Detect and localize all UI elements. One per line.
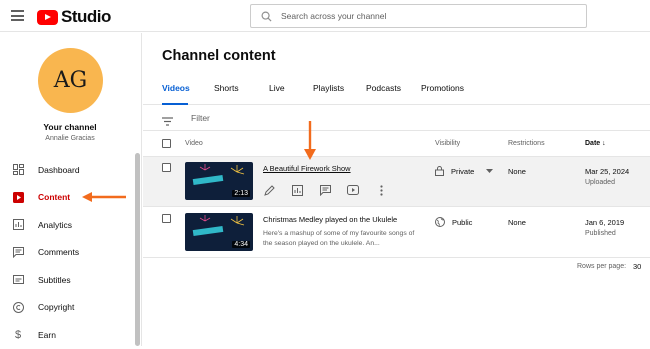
filter-bar[interactable]: Filter [143, 105, 650, 131]
visibility-value: Public [452, 217, 473, 227]
video-duration: 2:13 [232, 190, 250, 197]
video-thumbnail[interactable]: 4:34 [185, 213, 253, 251]
sidebar-item-label: Analytics [38, 219, 73, 230]
dropdown-caret-icon[interactable] [486, 169, 494, 173]
filter-icon[interactable] [162, 113, 173, 131]
sort-arrow-down-icon: ↓ [602, 140, 606, 147]
dashboard-icon [12, 164, 24, 176]
date-status: Published [585, 230, 616, 237]
date-value: Jan 6, 2019 [585, 218, 625, 227]
column-header-visibility[interactable]: Visibility [435, 140, 460, 147]
video-duration: 4:34 [232, 241, 250, 248]
sidebar-item-label: Comments [38, 247, 80, 258]
sidebar-item-copyright[interactable]: Copyright [0, 294, 140, 322]
page-title: Channel content [162, 48, 276, 64]
column-header-video: Video [185, 140, 203, 147]
content-icon [12, 191, 24, 203]
sidebar-nav: Dashboard Content Analytics Comments Sub… [0, 156, 140, 349]
tab-live[interactable]: Live [269, 81, 285, 105]
sidebar-item-content[interactable]: Content [0, 184, 140, 212]
video-title-link[interactable]: Christmas Medley played on the Ukulele [263, 215, 397, 224]
subtitles-icon [12, 274, 24, 286]
tab-playlists[interactable]: Playlists [313, 81, 344, 105]
tab-videos[interactable]: Videos [162, 81, 190, 105]
video-title-link[interactable]: A Beautiful Firework Show [263, 164, 351, 173]
table-header: Video Visibility Restrictions Date ↓ [143, 131, 650, 157]
analytics-icon [12, 219, 24, 231]
more-options-icon[interactable] [375, 184, 387, 196]
sidebar-scrollbar[interactable] [135, 153, 140, 346]
search-input[interactable] [281, 11, 561, 21]
search-box[interactable] [250, 4, 587, 28]
app-name: Studio [61, 7, 111, 26]
filter-input[interactable]: Filter [191, 113, 210, 123]
tab-shorts[interactable]: Shorts [214, 81, 239, 105]
channel-name: Annalie Gracias [45, 135, 95, 142]
row-checkbox[interactable] [162, 163, 171, 172]
rows-per-page-label: Rows per page: [577, 263, 627, 270]
row-checkbox[interactable] [162, 214, 171, 223]
sidebar-item-label: Subtitles [38, 274, 71, 285]
channel-avatar[interactable]: AG [38, 48, 103, 113]
avatar-initials: AG [53, 68, 88, 93]
comments-icon[interactable] [319, 184, 331, 196]
sidebar-item-label: Earn [38, 329, 56, 340]
top-bar: Studio [0, 0, 650, 32]
table-row[interactable]: 2:13 A Beautiful Firework Show Private N… [143, 157, 650, 207]
globe-icon [435, 217, 445, 227]
sidebar-item-label: Dashboard [38, 164, 80, 175]
earn-icon: $ [14, 328, 22, 341]
visibility-value: Private [451, 166, 475, 176]
video-description: Here's a mashup of some of my favourite … [263, 230, 415, 247]
column-header-restrictions[interactable]: Restrictions [508, 140, 545, 147]
youtube-studio-logo[interactable]: Studio [37, 7, 111, 27]
content-tabs: Videos Shorts Live Playlists Podcasts Pr… [143, 81, 650, 105]
sidebar-item-label: Copyright [38, 302, 75, 313]
date-value: Mar 25, 2024 [585, 167, 630, 176]
lock-icon [435, 166, 444, 176]
sidebar-item-subtitles[interactable]: Subtitles [0, 266, 140, 294]
visibility-dropdown[interactable]: Private [435, 166, 494, 176]
tab-promotions[interactable]: Promotions [421, 81, 464, 105]
annotation-arrow-down [304, 121, 316, 160]
copyright-icon [12, 301, 24, 313]
sidebar-item-label: Content [38, 192, 71, 203]
menu-icon[interactable] [11, 10, 24, 21]
date-status: Uploaded [585, 179, 615, 186]
comments-icon [12, 246, 24, 258]
select-all-checkbox[interactable] [162, 139, 171, 148]
main-content: Channel content Videos Shorts Live Playl… [143, 33, 650, 346]
search-icon [261, 11, 272, 22]
sidebar-item-analytics[interactable]: Analytics [0, 211, 140, 239]
column-header-date-label: Date [585, 140, 601, 147]
youtube-logo-icon [37, 9, 58, 25]
edit-pencil-icon[interactable] [263, 184, 275, 196]
analytics-icon[interactable] [291, 184, 303, 196]
video-thumbnail[interactable]: 2:13 [185, 162, 253, 200]
your-channel-label: Your channel [43, 122, 97, 132]
sidebar: AG Your channel Annalie Gracias Dashboar… [0, 33, 142, 346]
youtube-play-icon[interactable] [347, 184, 359, 196]
tab-podcasts[interactable]: Podcasts [366, 81, 401, 105]
column-header-date[interactable]: Date ↓ [585, 140, 606, 147]
sidebar-item-dashboard[interactable]: Dashboard [0, 156, 140, 184]
rows-per-page-select[interactable]: 30 [633, 262, 641, 271]
sidebar-item-earn[interactable]: $ Earn [0, 321, 140, 349]
restrictions-value: None [508, 218, 526, 227]
visibility-dropdown[interactable]: Public [435, 217, 472, 227]
video-actions [263, 184, 403, 196]
sidebar-item-comments[interactable]: Comments [0, 239, 140, 267]
table-row[interactable]: 4:34 Christmas Medley played on the Ukul… [143, 208, 650, 258]
restrictions-value: None [508, 167, 526, 176]
annotation-arrow-left [82, 192, 127, 203]
